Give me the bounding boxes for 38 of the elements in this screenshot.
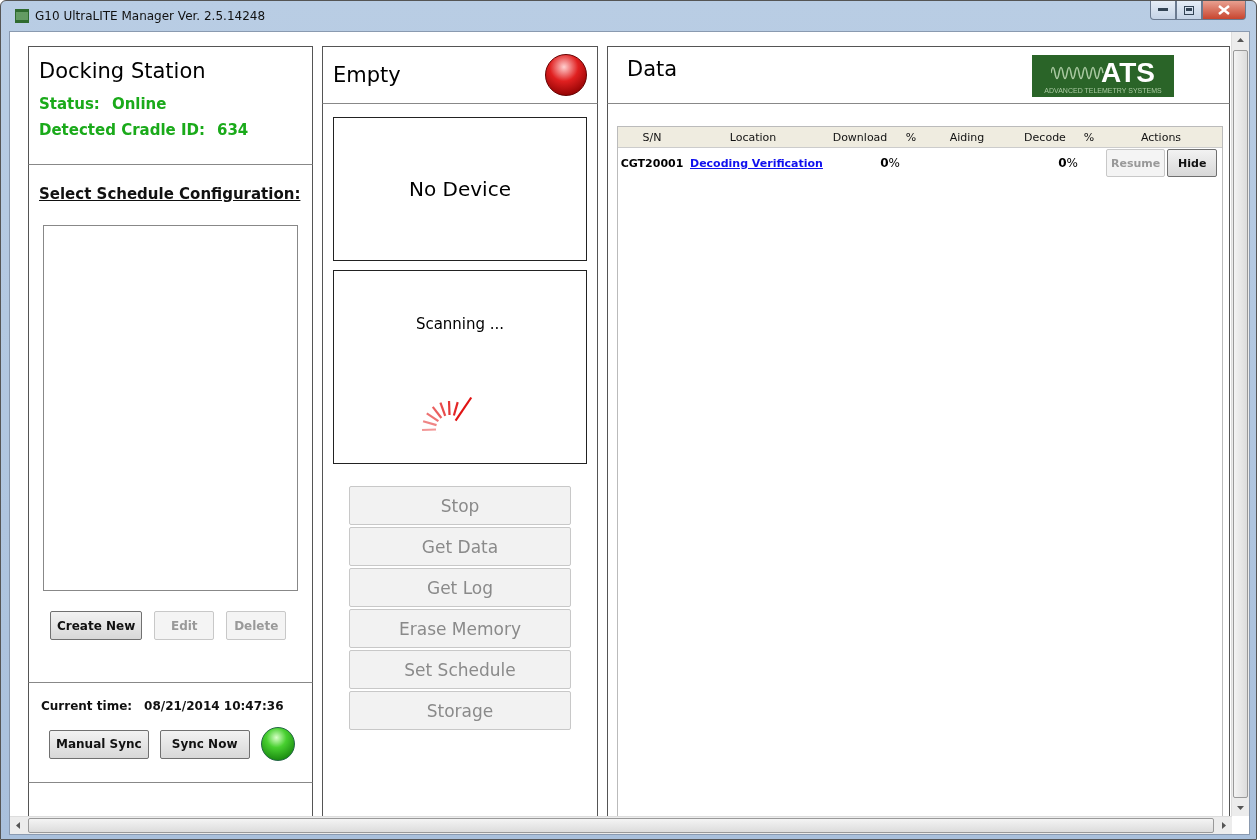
close-icon — [1218, 5, 1230, 15]
app-icon — [15, 9, 29, 23]
column-header: % — [904, 130, 918, 144]
cradle-id-label: Detected Cradle ID: — [39, 121, 205, 139]
time-value: 08/21/2014 10:47:36 — [144, 699, 284, 713]
cradle-id-value: 634 — [217, 121, 249, 139]
scanning-text: Scanning ... — [415, 315, 505, 333]
status-value: Online — [111, 95, 167, 113]
vertical-scrollbar[interactable] — [1231, 32, 1249, 816]
panel-title: Empty — [333, 63, 401, 87]
device-name: No Device — [409, 177, 511, 201]
maximize-icon — [1184, 5, 1194, 15]
column-header: Aiding — [948, 130, 986, 144]
column-header: Download — [831, 130, 889, 144]
column-header: % — [1082, 130, 1096, 144]
minimize-button[interactable] — [1150, 1, 1176, 20]
sync-button[interactable]: Manual Sync — [49, 729, 149, 759]
panel-title: Data — [627, 57, 678, 81]
close-button[interactable] — [1202, 1, 1246, 20]
horizontal-scrollbar[interactable] — [10, 816, 1232, 834]
column-header: S/N — [641, 130, 663, 144]
maximize-button[interactable] — [1176, 1, 1202, 20]
minimize-icon — [1158, 8, 1168, 12]
status-label: Status: — [39, 95, 100, 113]
row-action-button[interactable]: Hide — [1167, 149, 1218, 177]
location-link[interactable]: Decoding Verification — [690, 156, 823, 170]
sync-button[interactable]: Sync Now — [159, 729, 250, 759]
column-header: Location — [728, 130, 778, 144]
column-header: Actions — [1139, 130, 1183, 144]
serial-number: CGT20001 — [619, 156, 685, 170]
time-label: Current time: — [41, 699, 133, 713]
decode-percent: 0% — [1057, 156, 1078, 170]
section-heading: Select Schedule Configuration: — [39, 185, 302, 203]
panel-title: Docking Station — [39, 59, 207, 83]
download-percent: 0% — [879, 156, 900, 170]
column-header: Decode — [1023, 130, 1067, 144]
window-title: G10 UltraLITE Manager Ver. 2.5.14248 — [35, 9, 266, 23]
schedule-button[interactable]: Create New — [50, 611, 143, 640]
